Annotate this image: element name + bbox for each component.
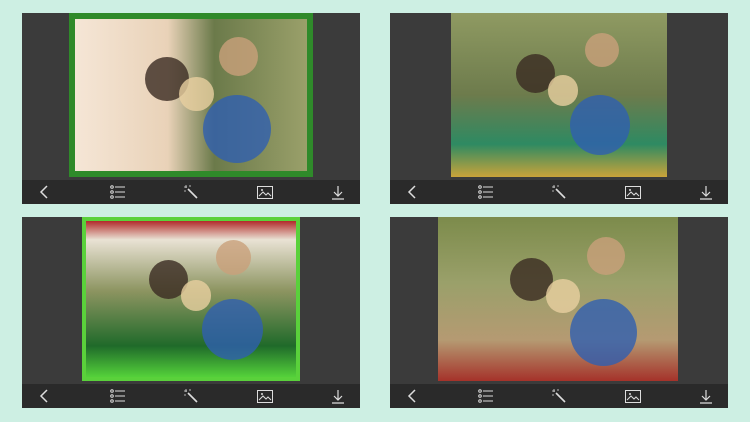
gallery-icon (624, 185, 641, 199)
effects-button[interactable] (549, 182, 569, 202)
photo-subject (218, 37, 258, 77)
photo-subject (548, 75, 579, 106)
editor-toolbar (22, 180, 360, 204)
gallery-icon (256, 185, 273, 199)
list-icon (477, 185, 493, 199)
list-icon (477, 389, 493, 403)
download-icon (700, 389, 712, 404)
photo-subject (202, 95, 271, 164)
back-icon (407, 389, 416, 403)
photo-subject (584, 32, 620, 68)
frames-list-button[interactable] (476, 182, 496, 202)
editor-toolbar (390, 180, 728, 204)
frames-list-button[interactable] (108, 182, 128, 202)
back-icon (39, 389, 48, 403)
framed-photo-christmas-baubles-overlay[interactable] (451, 13, 667, 177)
list-icon (109, 185, 125, 199)
download-button[interactable] (696, 386, 716, 406)
gallery-button[interactable] (623, 182, 643, 202)
editor-screen-3 (22, 217, 360, 408)
photo-subject (570, 299, 638, 367)
gallery-button[interactable] (255, 386, 275, 406)
magic-wand-icon (552, 185, 566, 199)
back-button[interactable] (402, 386, 422, 406)
photo-subject (586, 236, 626, 276)
frames-list-button[interactable] (108, 386, 128, 406)
editor-toolbar (22, 384, 360, 408)
effects-button[interactable] (181, 386, 201, 406)
download-button[interactable] (328, 386, 348, 406)
magic-wand-icon (184, 185, 198, 199)
back-button[interactable] (34, 182, 54, 202)
back-button[interactable] (34, 386, 54, 406)
gallery-icon (624, 389, 641, 403)
gallery-button[interactable] (623, 386, 643, 406)
editor-screen-1 (22, 13, 360, 204)
back-icon (407, 185, 416, 199)
download-icon (700, 185, 712, 200)
editor-screen-2 (390, 13, 728, 204)
photo-subject (546, 279, 580, 313)
magic-wand-icon (552, 389, 566, 403)
framed-photo-christmas-decorations-border[interactable] (438, 217, 678, 381)
editor-screen-4 (390, 217, 728, 408)
back-icon (39, 185, 48, 199)
magic-wand-icon (184, 389, 198, 403)
photo-subject (201, 299, 263, 361)
download-button[interactable] (696, 182, 716, 202)
download-icon (332, 389, 344, 404)
frames-list-button[interactable] (476, 386, 496, 406)
editor-toolbar (390, 384, 728, 408)
photo-subject (179, 76, 214, 111)
framed-photo-christmas-ornaments-tinsel-frame[interactable] (69, 13, 313, 177)
gallery-icon (256, 389, 273, 403)
photo-subject (180, 280, 212, 311)
list-icon (109, 389, 125, 403)
download-button[interactable] (328, 182, 348, 202)
download-icon (332, 185, 344, 200)
framed-photo-green-ribbon-bow-frame[interactable] (82, 217, 300, 381)
photo-subject (569, 95, 631, 156)
effects-button[interactable] (181, 182, 201, 202)
effects-button[interactable] (549, 386, 569, 406)
photo-subject (216, 239, 252, 275)
back-button[interactable] (402, 182, 422, 202)
gallery-button[interactable] (255, 182, 275, 202)
